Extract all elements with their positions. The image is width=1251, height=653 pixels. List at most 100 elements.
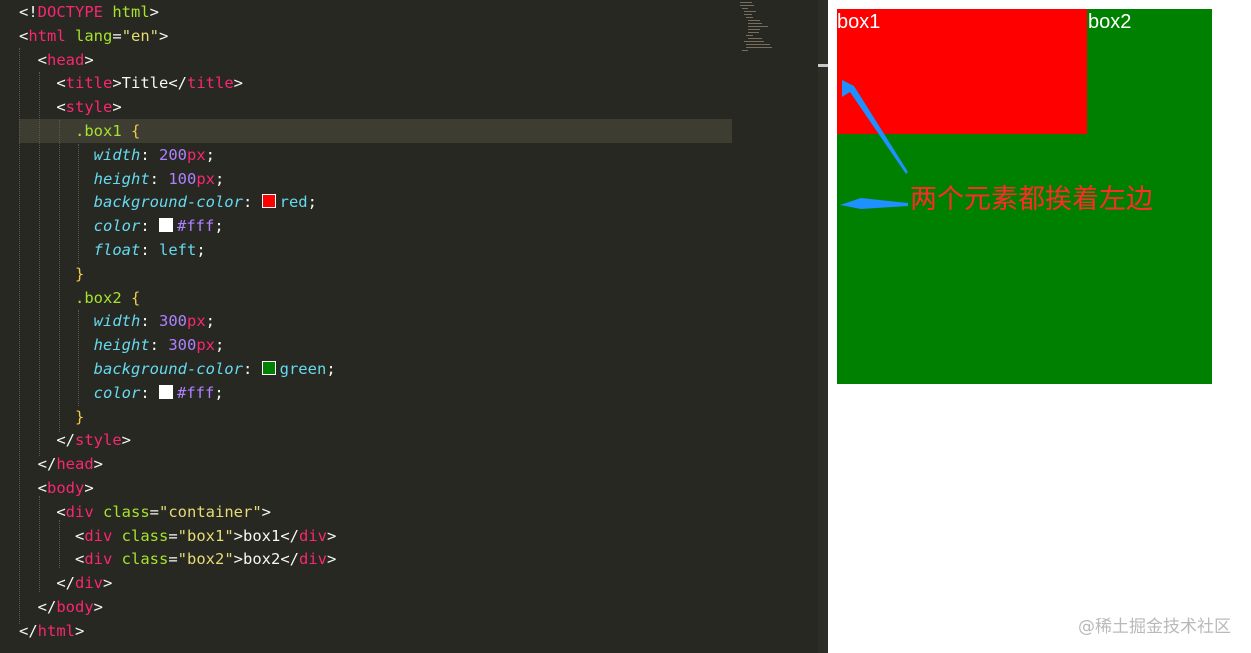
code-token: "en" [121,26,160,45]
scrollbar-track[interactable] [818,0,828,653]
code-line[interactable]: <title>Title</title> [19,71,243,95]
code-token: </ [19,431,75,450]
code-token: > [327,550,337,569]
arrow-to-box2 [840,198,908,209]
code-token: > [112,98,122,117]
code-line[interactable]: } [19,405,84,429]
code-token: red [279,193,308,212]
code-line[interactable]: </body> [19,595,103,619]
code-token: div [65,502,94,521]
code-token: < [19,98,66,117]
code-token: "box2" [177,550,234,569]
code-token: left [159,241,197,259]
code-token: px [196,336,215,355]
code-token: < [19,479,47,497]
code-token: height [93,336,150,355]
code-token: html [37,621,75,640]
arrow-to-box1 [842,80,908,174]
annotation-arrows [840,80,908,209]
code-token: #fff [177,383,215,402]
code-token: 100 [168,169,197,188]
code-line[interactable]: color: #fff; [19,381,224,405]
code-token: </ [19,574,75,593]
minimap[interactable] [740,0,780,60]
code-token: < [19,26,29,45]
code-token: ; [215,169,225,188]
code-line[interactable]: <div class="box2">box2</div> [19,547,336,571]
code-token: green [279,360,327,378]
code-token: head [47,50,85,69]
code-line[interactable]: <!DOCTYPE html> [19,0,159,24]
code-token: width [93,145,141,164]
code-token: ; [215,336,225,355]
code-line[interactable]: .box1 { [19,119,140,143]
scrollbar-thumb[interactable] [818,64,828,67]
code-line[interactable]: <html lang="en"> [19,24,168,48]
code-token: .box2 [19,288,122,307]
color-swatch [261,194,276,209]
code-token: > [84,50,94,69]
code-token: > [233,74,244,93]
code-line[interactable]: width: 200px; [19,143,215,167]
code-token: ; [214,383,224,402]
code-token: > [75,621,85,640]
code-token: : [140,241,159,259]
code-token: : [140,383,159,402]
code-token: title [65,74,113,93]
code-line[interactable]: <body> [19,476,94,500]
code-token: div [75,574,103,593]
code-token: float [93,241,141,259]
code-token: <! [19,3,38,21]
code-line[interactable]: <div class="box1">box1</div> [19,524,336,548]
code-line[interactable]: .box2 { [19,286,140,310]
code-token: width [93,312,141,331]
code-token: px [196,169,215,188]
code-token: : [149,336,169,355]
code-token: ; [214,217,224,236]
code-line[interactable]: </html> [19,619,84,643]
code-token: head [56,455,94,474]
code-token: px [187,312,206,331]
code-line[interactable]: background-color: red; [19,190,317,214]
code-token: div [84,526,113,545]
code-line[interactable]: } [19,262,84,286]
code-token: div [299,550,327,569]
code-line[interactable]: height: 300px; [19,333,225,357]
code-token: >box2</ [233,550,299,569]
code-token: ; [326,360,336,378]
code-token: html [103,3,150,21]
code-line[interactable]: <head> [19,48,94,72]
code-token: ; [307,193,317,212]
code-line[interactable]: float: left; [19,238,206,262]
code-line[interactable]: </style> [19,428,131,452]
code-line[interactable]: background-color: green; [19,357,336,381]
code-token: : [242,360,262,378]
code-line[interactable]: </head> [19,452,103,476]
code-token: < [19,526,85,545]
code-token: } [19,407,85,426]
code-line[interactable]: height: 100px; [19,167,225,191]
annotation-text: 两个元素都挨着左边 [910,184,1153,215]
code-token: > [103,574,113,593]
code-token: DOCTYPE [37,3,103,21]
code-token: class [93,502,150,521]
code-token: : [149,169,169,188]
code-token: = [168,550,178,569]
code-token: : [140,217,159,236]
code-token: ; [196,241,206,259]
code-line[interactable]: width: 300px; [19,309,215,333]
code-token: { [121,122,141,140]
code-line[interactable]: </div> [19,571,112,595]
code-token: title [187,74,234,93]
code-token: color [93,383,141,402]
code-token: lang [65,26,113,45]
code-line[interactable]: <div class="container"> [19,500,271,524]
code-line[interactable]: <style> [19,95,122,119]
code-line[interactable]: color: #fff; [19,214,224,238]
color-swatch [159,218,173,233]
code-editor[interactable]: <!DOCTYPE html> <html lang="en"> <head> <… [0,0,828,653]
